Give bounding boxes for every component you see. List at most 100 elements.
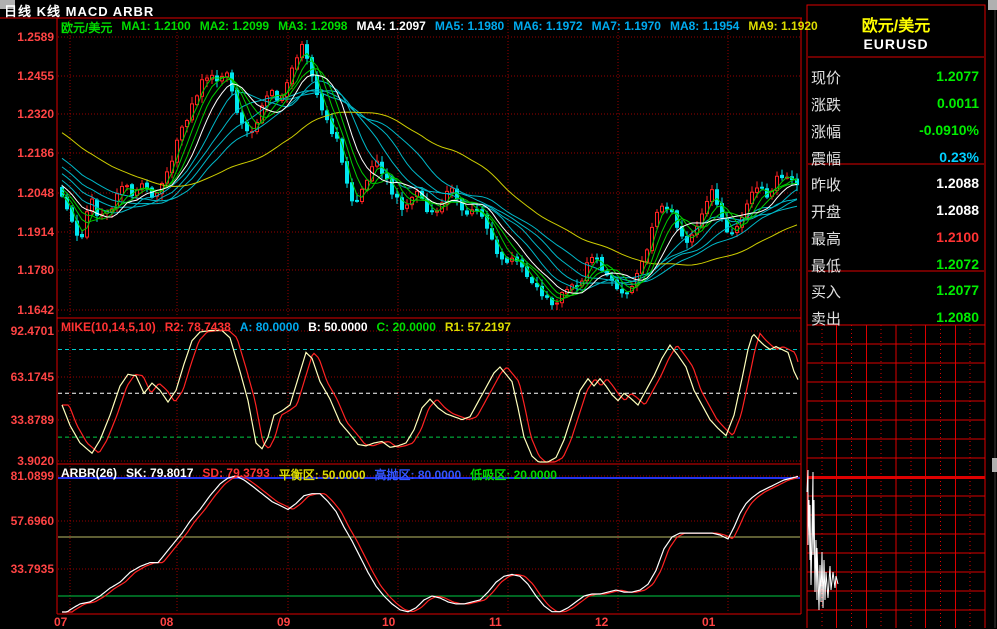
quote-row: 震幅 0.23% — [807, 144, 985, 170]
candle-body-down — [621, 290, 624, 293]
quote-row: 涨跌 0.0011 — [807, 90, 985, 116]
quote-value: -0.0910% — [919, 122, 979, 138]
candle-body-down — [596, 258, 599, 259]
mike-axis-label: 63.1745 — [2, 370, 54, 384]
candle-body-up — [226, 73, 229, 77]
quote-label: 买入 — [811, 281, 841, 302]
quote-value: 1.2100 — [936, 229, 979, 245]
quote-label: 开盘 — [811, 201, 841, 222]
ma-label-ma7: MA7: 1.1970 — [592, 19, 661, 36]
mike-header-part-4: C: 20.0000 — [377, 320, 436, 334]
arbr-sk-line — [62, 476, 798, 612]
candle-body-down — [466, 211, 469, 214]
mike-axis-label: 3.9020 — [2, 454, 54, 468]
quote-label: 震幅 — [811, 148, 841, 169]
arbr-header-part-4: 高抛区: 80.0000 — [375, 466, 462, 483]
ma-label-ma3: MA3: 1.2098 — [278, 19, 347, 36]
arbr-header-part-2: SD: 79.3793 — [202, 466, 269, 483]
arbr-header-part-0: ARBR(26) — [61, 466, 117, 483]
candle-body-down — [306, 45, 309, 59]
candle-body-down — [761, 187, 764, 188]
ma-line-cyan — [62, 91, 797, 283]
quote-value: 1.2088 — [936, 175, 979, 191]
ma-labels-row: MA1: 1.2100 MA2: 1.2099 MA3: 1.2098 MA4: 1.… — [121, 19, 817, 36]
mike-indicator-header: MIKE(10,14,5,10)R2: 78.7438A: 80.0000B: … — [61, 320, 511, 334]
candle-body-down — [731, 233, 734, 234]
candle-body-up — [591, 258, 594, 263]
candle-body-up — [271, 90, 274, 95]
ma-label-ma2: MA2: 1.2099 — [200, 19, 269, 36]
candle-body-down — [241, 113, 244, 123]
quote-row: 昨收1.2088 — [807, 170, 985, 196]
price-axis-label: 1.2048 — [2, 186, 54, 200]
chart-symbol-label: 欧元/美元 — [61, 19, 112, 36]
mike-axis-label: 92.4701 — [2, 324, 54, 338]
price-axis-label: 1.1642 — [2, 303, 54, 317]
arbr-axis-label: 81.0899 — [2, 469, 54, 483]
quote-value: 0.23% — [939, 149, 979, 165]
quote-row: 涨幅 -0.0910% — [807, 117, 985, 143]
trading-terminal-window: 日线 K线 MACD ARBR 欧元/美元 MA1: 1.2100MA2: 1.… — [0, 0, 997, 628]
quote-row: 开盘1.2088 — [807, 197, 985, 223]
candle-body-down — [81, 235, 84, 237]
quote-label: 最高 — [811, 228, 841, 249]
month-label-12: 12 — [595, 615, 608, 629]
candle-body-down — [531, 278, 534, 283]
candle-body-up — [656, 212, 659, 226]
price-axis-label: 1.2589 — [2, 30, 54, 44]
candle-body-down — [386, 174, 389, 178]
scrollbar-thumb[interactable] — [992, 458, 997, 472]
ma-line-green — [62, 69, 797, 296]
candle-body-up — [181, 127, 184, 140]
mike-header-part-5: R1: 57.2197 — [445, 320, 511, 334]
ma-label-ma1: MA1: 1.2100 — [121, 19, 190, 36]
candle-body-up — [406, 205, 409, 208]
ma-label-ma5: MA5: 1.1980 — [435, 19, 504, 36]
price-axis-label: 1.1780 — [2, 263, 54, 277]
quote-label: 涨幅 — [811, 121, 841, 142]
ma-line-green — [62, 61, 797, 299]
quote-value: 1.2077 — [936, 68, 979, 84]
month-label-08: 08 — [160, 615, 173, 629]
candle-body-down — [626, 293, 629, 294]
quote-label: 卖出 — [811, 308, 841, 329]
scrollbar-up-button[interactable] — [988, 0, 997, 10]
tick-zigzag-line — [807, 470, 838, 610]
quote-row: 卖出 1.2080 — [807, 304, 985, 330]
mike-header-part-1: R2: 78.7438 — [165, 320, 231, 334]
month-label-11: 11 — [489, 615, 502, 629]
candle-body-down — [781, 175, 784, 177]
quote-row: 现价1.2077 — [807, 63, 985, 89]
quote-symbol-cn: 欧元/美元 — [807, 12, 985, 36]
ma-line-cyan — [62, 91, 797, 285]
arbr-header-part-5: 低吸区: 20.0000 — [470, 466, 557, 483]
quote-label: 最低 — [811, 255, 841, 276]
ma-label-ma4: MA4: 1.2097 — [356, 19, 425, 36]
quote-label: 涨跌 — [811, 94, 841, 115]
quote-value: 1.2072 — [936, 256, 979, 272]
arbr-header-part-1: SK: 79.8017 — [126, 466, 193, 483]
arbr-indicator-header: ARBR(26) SK: 79.8017 SD: 79.3793 平衡区: 50.00… — [61, 466, 557, 483]
arbr-axis-label: 57.6960 — [2, 514, 54, 528]
arbr-axis-label: 33.7935 — [2, 562, 54, 576]
quote-value: 0.0011 — [937, 95, 979, 111]
candle-body-down — [431, 211, 434, 212]
candle-body-up — [661, 206, 664, 212]
candle-body-up — [121, 186, 124, 194]
mike-header-part-0: MIKE(10,14,5,10) — [61, 320, 156, 334]
candle-body-up — [711, 190, 714, 202]
arbr-header-part-3: 平衡区: 50.0000 — [279, 466, 366, 483]
mike-axis-label: 33.8789 — [2, 413, 54, 427]
month-label-07: 07 — [54, 615, 67, 629]
candle-body-up — [556, 303, 559, 304]
mike-line-white — [62, 331, 798, 463]
candle-body-down — [396, 194, 399, 197]
candle-body-down — [716, 190, 719, 204]
quote-value: 1.2080 — [936, 309, 979, 325]
month-label-09: 09 — [277, 615, 290, 629]
candle-body-up — [126, 186, 129, 187]
main-chart-header: 欧元/美元 MA1: 1.2100MA2: 1.2099MA3: 1.2098M… — [61, 19, 818, 36]
ma-label-ma6: MA6: 1.1972 — [513, 19, 582, 36]
price-axis-label: 1.2455 — [2, 69, 54, 83]
quote-row: 最低 1.2072 — [807, 251, 985, 277]
